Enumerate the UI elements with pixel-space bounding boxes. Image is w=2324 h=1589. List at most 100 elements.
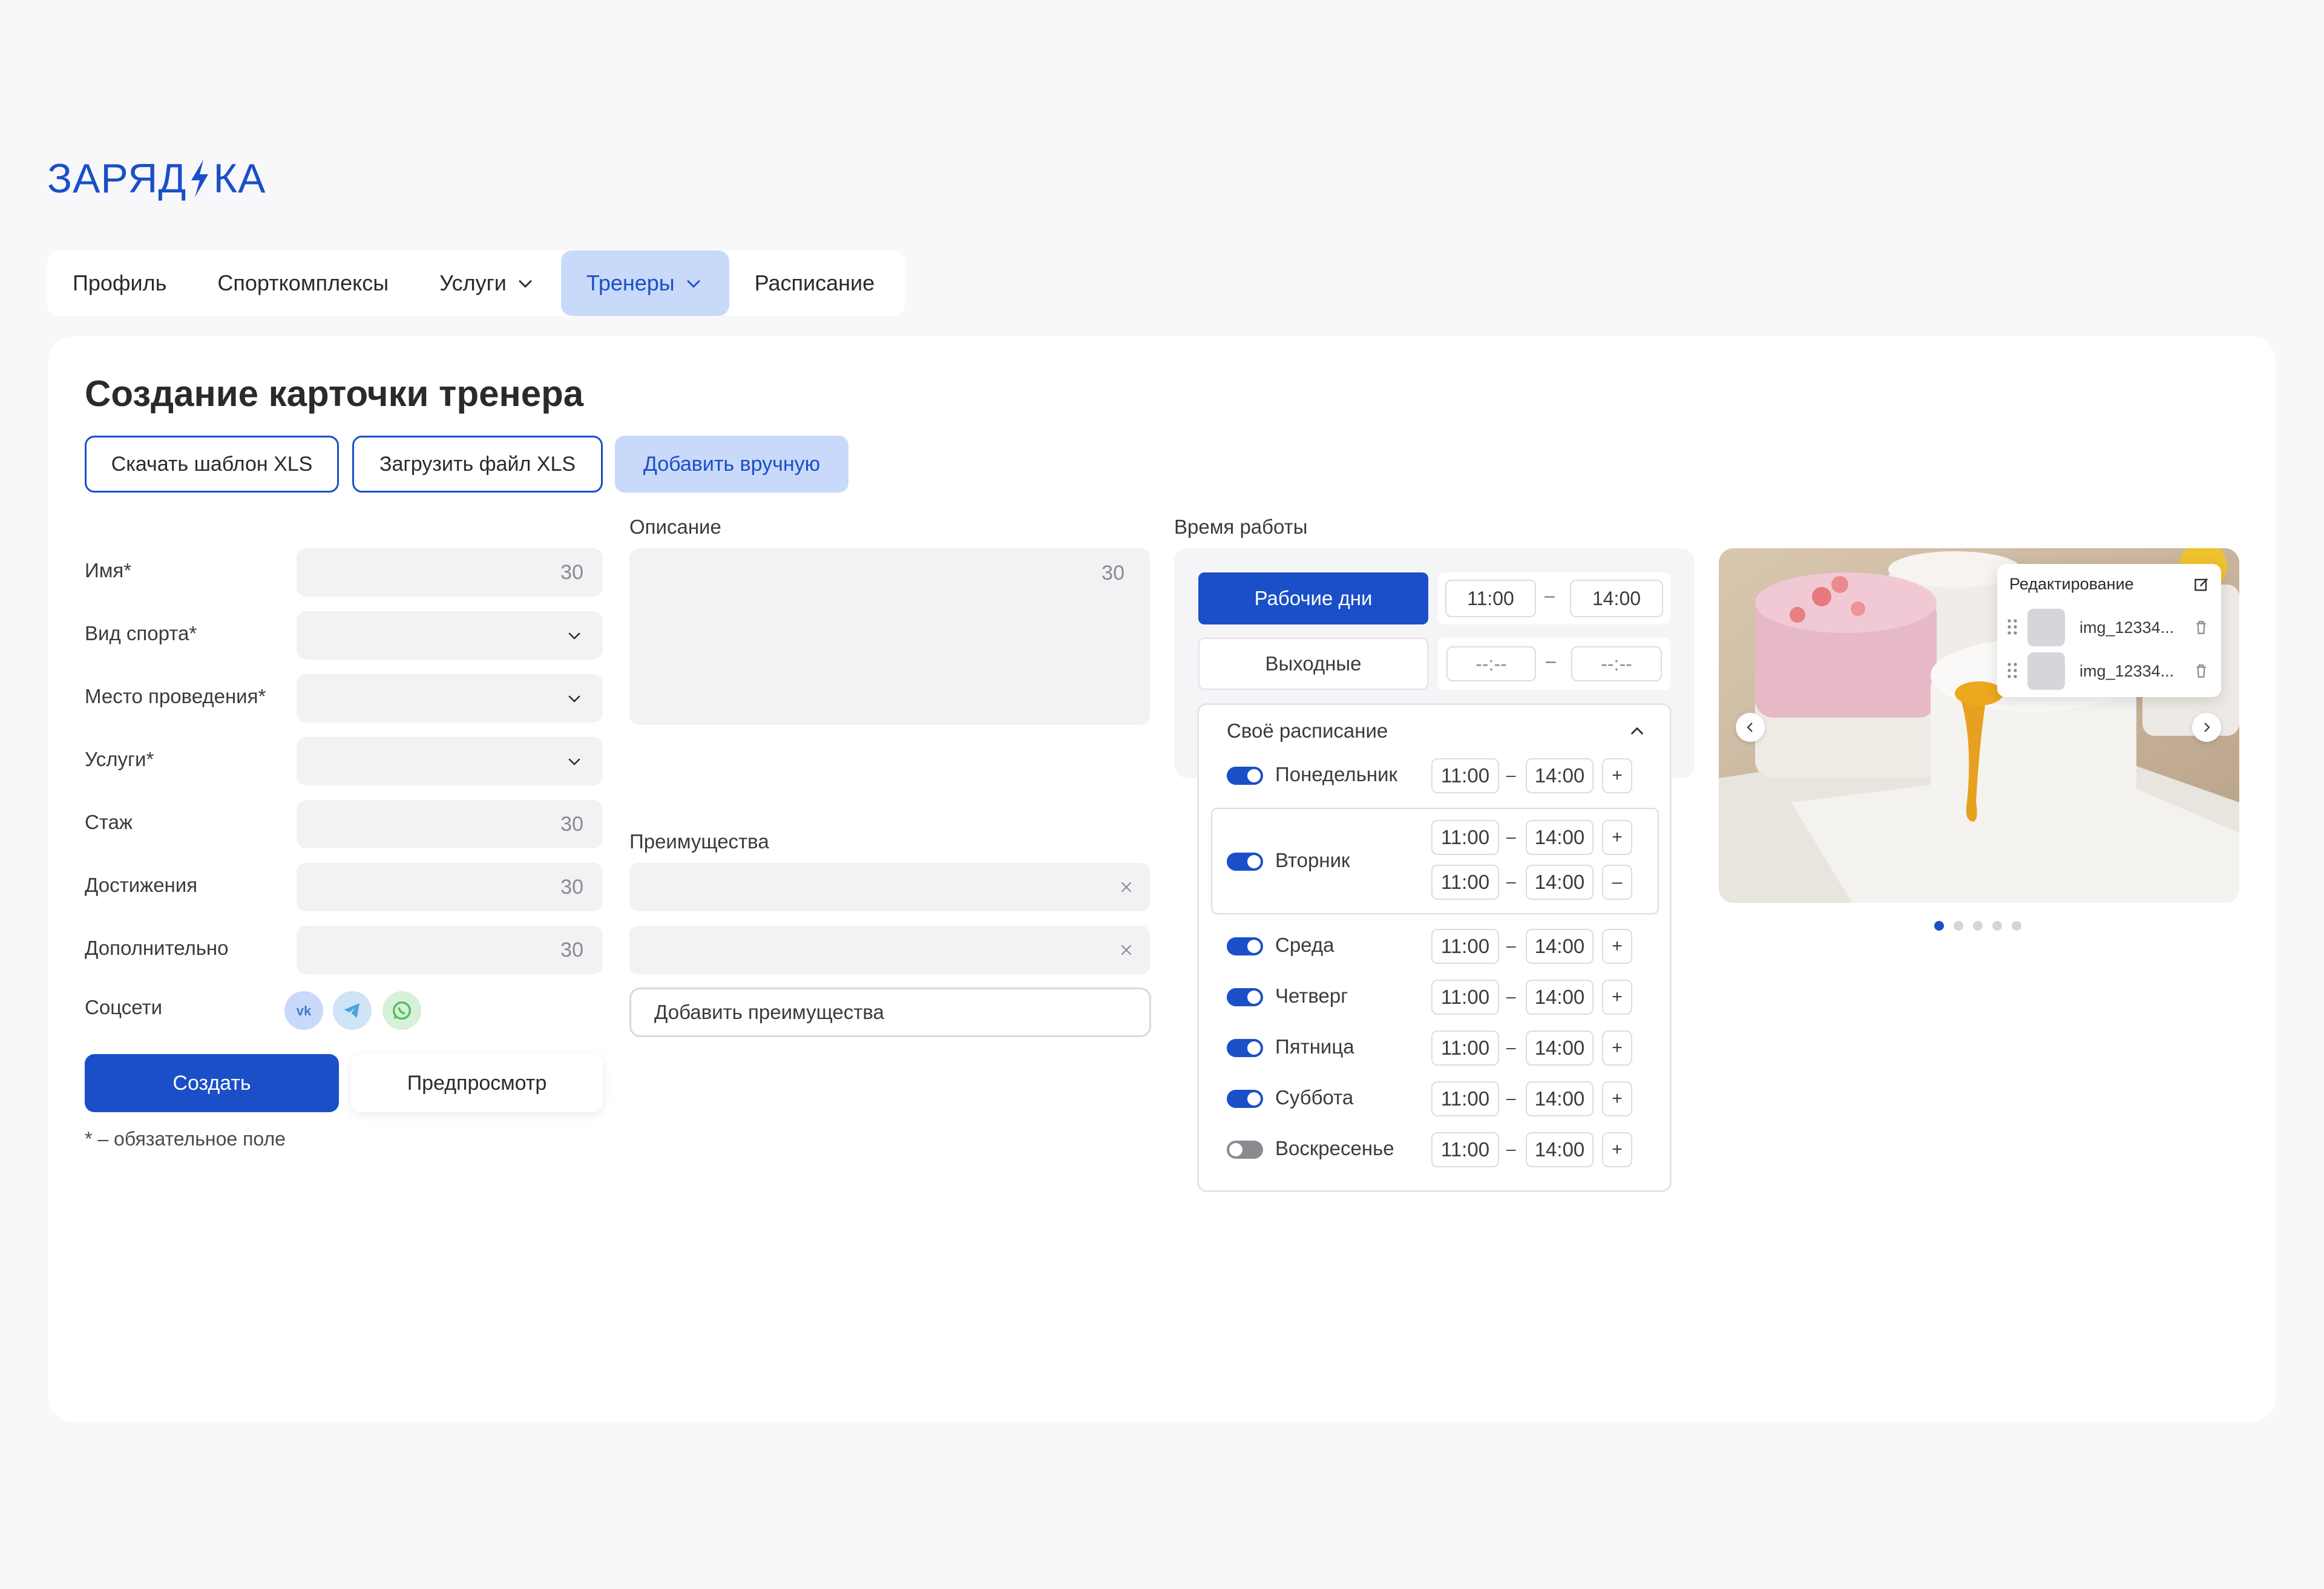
custom-schedule-panel: Своё расписание Понедельник 11:00 – 14:0…: [1197, 703, 1672, 1192]
advantage-input[interactable]: [629, 926, 1150, 974]
toggle-saturday[interactable]: [1227, 1090, 1263, 1108]
chevron-down-icon: [518, 280, 532, 288]
carousel-dot[interactable]: [1954, 921, 1963, 931]
time-to-input[interactable]: 14:00: [1526, 1081, 1594, 1116]
time-to-input[interactable]: 14:00: [1526, 820, 1594, 855]
dash: –: [1506, 936, 1516, 955]
time-to-input[interactable]: 14:00: [1526, 929, 1594, 964]
chevron-down-icon: [568, 758, 580, 765]
sport-select[interactable]: [297, 611, 603, 660]
nav-item-services[interactable]: Услуги: [414, 251, 561, 316]
carousel-dot[interactable]: [1992, 921, 2002, 931]
logo-text-right: КА: [213, 156, 266, 201]
day-label: Четверг: [1275, 985, 1348, 1007]
nav-label: Услуги: [439, 270, 507, 295]
time-to-input[interactable]: 14:00: [1526, 758, 1594, 793]
drag-handle-icon[interactable]: [2007, 662, 2019, 679]
services-select[interactable]: [297, 737, 603, 785]
time-from-input[interactable]: 11:00: [1431, 1081, 1499, 1116]
page-title: Создание карточки тренера: [85, 373, 584, 414]
socials-label: Соцсети: [85, 996, 163, 1018]
file-name: img_12334...: [2079, 662, 2175, 680]
place-select[interactable]: [297, 674, 603, 722]
toggle-friday[interactable]: [1227, 1039, 1263, 1057]
toggle-monday[interactable]: [1227, 767, 1263, 785]
add-interval-button[interactable]: +: [1602, 1030, 1632, 1066]
place-label: Место проведения*: [85, 685, 266, 707]
thumbnail: [2027, 609, 2065, 646]
time-to-input[interactable]: 14:00: [1526, 865, 1594, 900]
close-icon[interactable]: [1118, 942, 1134, 958]
preview-button[interactable]: Предпросмотр: [351, 1054, 603, 1112]
time-to-input[interactable]: --:--: [1571, 646, 1662, 681]
create-button[interactable]: Создать: [85, 1054, 339, 1112]
time-to-input[interactable]: 14:00: [1526, 980, 1594, 1015]
workdays-button[interactable]: Рабочие дни: [1198, 572, 1428, 624]
carousel-dot[interactable]: [1973, 921, 1983, 931]
experience-label: Стаж: [85, 811, 133, 833]
edit-popover: Редактирование img_12334... img_12334...: [1997, 564, 2221, 697]
nav-item-profile[interactable]: Профиль: [47, 251, 192, 316]
extra-input[interactable]: 30: [297, 926, 603, 974]
achievements-input[interactable]: 30: [297, 863, 603, 911]
add-interval-button[interactable]: +: [1602, 820, 1632, 855]
advantage-input[interactable]: [629, 863, 1150, 911]
toggle-wednesday[interactable]: [1227, 937, 1263, 955]
nav-item-trainers[interactable]: Тренеры: [560, 251, 729, 316]
upload-xls-button[interactable]: Загрузить файл XLS: [352, 436, 603, 493]
download-xls-button[interactable]: Скачать шаблон XLS: [85, 436, 339, 493]
time-to-input[interactable]: 14:00: [1526, 1132, 1594, 1167]
drag-handle-icon[interactable]: [2007, 618, 2019, 635]
description-label: Описание: [629, 516, 721, 538]
time-from-input[interactable]: 11:00: [1431, 1030, 1499, 1066]
whatsapp-icon[interactable]: [382, 991, 421, 1030]
time-from-input[interactable]: 11:00: [1431, 929, 1499, 964]
description-textarea[interactable]: 30: [629, 548, 1150, 725]
edit-icon[interactable]: [2193, 576, 2210, 593]
time-from-input[interactable]: --:--: [1446, 646, 1536, 681]
logo[interactable]: ЗАРЯД КА: [47, 155, 266, 202]
toggle-sunday[interactable]: [1227, 1141, 1263, 1159]
vk-icon[interactable]: vk: [284, 991, 323, 1030]
experience-input[interactable]: 30: [297, 800, 603, 848]
chevron-up-icon[interactable]: [1627, 722, 1647, 741]
add-interval-button[interactable]: +: [1602, 929, 1632, 964]
chevron-down-icon: [568, 632, 580, 640]
time-to-input[interactable]: 14:00: [1526, 1030, 1594, 1066]
remove-interval-button[interactable]: –: [1602, 865, 1632, 900]
add-advantage-button[interactable]: Добавить преимущества: [629, 988, 1151, 1037]
add-interval-button[interactable]: +: [1602, 758, 1632, 793]
add-interval-button[interactable]: +: [1602, 1081, 1632, 1116]
time-from-input[interactable]: 11:00: [1445, 580, 1536, 617]
edit-title: Редактирование: [2009, 575, 2134, 593]
prev-photo-button[interactable]: [1736, 713, 1765, 742]
trash-icon[interactable]: [2194, 663, 2208, 679]
carousel-dot[interactable]: [1934, 921, 1944, 931]
schedule-label: Время работы: [1174, 516, 1308, 538]
time-from-input[interactable]: 11:00: [1431, 1132, 1499, 1167]
next-photo-button[interactable]: [2192, 713, 2221, 742]
add-manual-button[interactable]: Добавить вручную: [615, 436, 849, 493]
add-interval-button[interactable]: +: [1602, 980, 1632, 1015]
nav-item-sport-complexes[interactable]: Спорткомплексы: [192, 251, 414, 316]
carousel-dot[interactable]: [2012, 921, 2021, 931]
weekends-time-range: --:-- – --:--: [1438, 638, 1670, 690]
close-icon[interactable]: [1118, 879, 1134, 895]
required-note: * – обязательное поле: [85, 1128, 286, 1150]
time-from-input[interactable]: 11:00: [1431, 820, 1499, 855]
telegram-icon[interactable]: [333, 991, 372, 1030]
time-from-input[interactable]: 11:00: [1431, 758, 1499, 793]
add-interval-button[interactable]: +: [1602, 1132, 1632, 1167]
dash: –: [1506, 987, 1516, 1006]
time-from-input[interactable]: 11:00: [1431, 865, 1499, 900]
toggle-tuesday[interactable]: [1227, 853, 1263, 871]
nav-item-schedule[interactable]: Расписание: [729, 251, 900, 316]
time-to-input[interactable]: 14:00: [1570, 580, 1663, 617]
time-from-input[interactable]: 11:00: [1431, 980, 1499, 1015]
toggle-thursday[interactable]: [1227, 988, 1263, 1006]
name-input[interactable]: 30: [297, 548, 603, 597]
dash: –: [1506, 1089, 1516, 1107]
weekends-button[interactable]: Выходные: [1198, 638, 1428, 690]
dash: –: [1506, 827, 1516, 846]
trash-icon[interactable]: [2194, 620, 2208, 635]
